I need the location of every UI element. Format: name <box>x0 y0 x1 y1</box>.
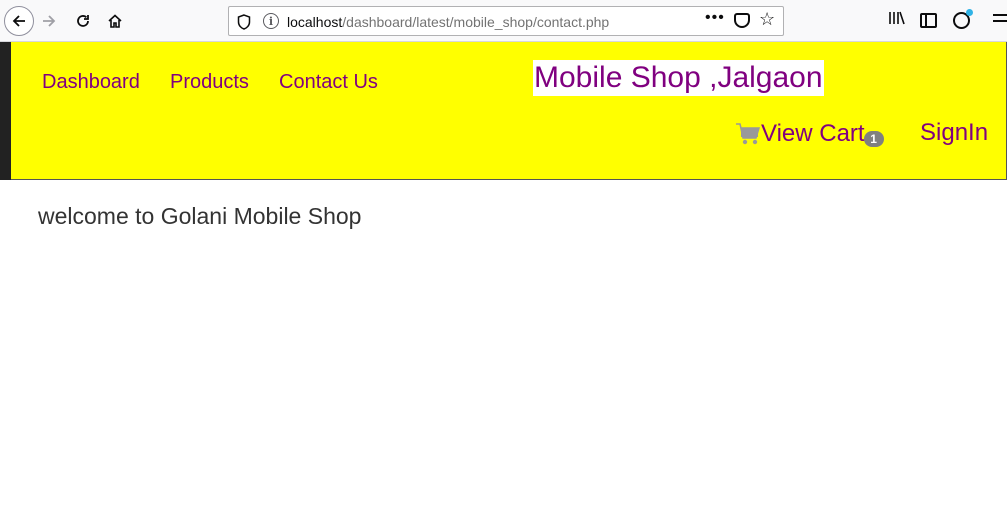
left-strip <box>0 42 11 180</box>
site-header: Dashboard Products Contact Us Mobile Sho… <box>11 42 1007 180</box>
sidebar-icon[interactable] <box>920 13 937 28</box>
site-info-icon[interactable]: i <box>263 13 279 29</box>
hamburger-menu-icon[interactable] <box>993 14 1007 28</box>
tracking-shield-icon[interactable] <box>237 14 251 30</box>
library-icon[interactable] <box>888 10 906 31</box>
bookmark-star-icon[interactable]: ☆ <box>759 9 775 30</box>
forward-arrow-icon[interactable] <box>36 8 62 34</box>
url-path: /dashboard/latest/mobile_shop/contact.ph… <box>342 14 610 30</box>
url-host: localhost <box>287 14 343 30</box>
nav-products-link[interactable]: Products <box>170 71 249 94</box>
page-content: Dashboard Products Contact Us Mobile Sho… <box>0 42 1007 510</box>
browser-toolbar: i localhost/dashboard/latest/mobile_shop… <box>0 0 1007 42</box>
view-cart-label: View Cart <box>761 120 865 147</box>
welcome-text: welcome to Golani Mobile Shop <box>38 203 362 229</box>
shopping-cart-icon <box>736 123 761 145</box>
pocket-icon[interactable] <box>734 13 750 28</box>
cart-count-badge: 1 <box>863 131 884 147</box>
view-cart-link[interactable]: View Cart 1 <box>735 120 884 148</box>
page-actions-icon[interactable]: ••• <box>705 9 725 27</box>
reload-icon[interactable] <box>70 8 96 34</box>
signin-link[interactable]: SignIn <box>920 119 988 147</box>
shop-title: Mobile Shop ,Jalgaon <box>533 60 824 96</box>
account-icon[interactable] <box>953 9 973 29</box>
home-icon[interactable] <box>102 8 128 34</box>
url-text[interactable]: localhost/dashboard/latest/mobile_shop/c… <box>287 14 609 30</box>
address-bar[interactable]: i localhost/dashboard/latest/mobile_shop… <box>228 6 784 36</box>
back-arrow-icon[interactable] <box>4 6 34 36</box>
nav-contact-link[interactable]: Contact Us <box>279 71 378 94</box>
nav-dashboard-link[interactable]: Dashboard <box>42 71 140 94</box>
